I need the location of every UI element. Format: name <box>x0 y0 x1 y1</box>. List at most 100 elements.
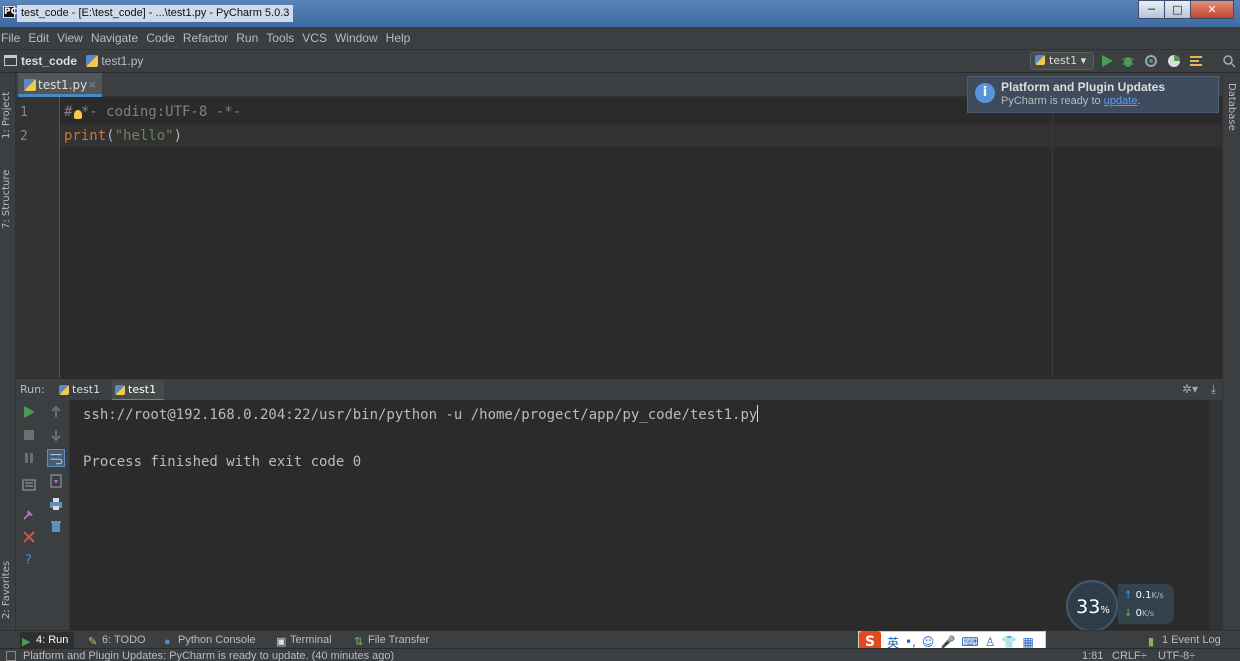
ime-skin-icon[interactable]: 👕 <box>1001 635 1016 649</box>
status-message[interactable]: Platform and Plugin Updates: PyCharm is … <box>23 650 394 661</box>
ime-user-icon[interactable]: ♙ <box>985 635 996 649</box>
stop-icon[interactable] <box>22 428 36 442</box>
profile-icon[interactable] <box>1167 54 1181 68</box>
todo-tool-button[interactable]: ✎ 6: TODO <box>86 632 146 649</box>
file-transfer-tool-button[interactable]: ⇅ File Transfer <box>352 632 429 649</box>
run-tool-button[interactable]: ▶ 4: Run <box>20 632 74 649</box>
notification-text-end: . <box>1137 95 1141 107</box>
ime-toolbox-icon[interactable]: ▦ <box>1022 635 1033 649</box>
dump-threads-icon[interactable] <box>22 478 36 492</box>
ime-emoji-icon[interactable]: ☺ <box>922 635 935 649</box>
breadcrumb-file[interactable]: test1.py <box>86 54 143 68</box>
network-speed-widget: ↑ 0.1K/s ↓ 0K/s 33% <box>1066 580 1176 632</box>
download-arrow-icon: ↓ <box>1124 608 1133 619</box>
right-margin-guide <box>1052 97 1053 378</box>
console-scrollbar[interactable] <box>1209 400 1222 630</box>
up-arrow-icon[interactable] <box>49 405 63 419</box>
intention-bulb-icon[interactable] <box>74 110 82 119</box>
code-line-1: #-*- coding:UTF-8 -*- <box>64 104 242 120</box>
code-editor[interactable]: 1 2 #-*- coding:UTF-8 -*- print("hello") <box>16 97 1222 378</box>
ime-punctuation-icon[interactable]: •, <box>905 635 916 649</box>
soft-wrap-icon[interactable] <box>47 449 65 467</box>
maximize-button[interactable]: □ <box>1164 0 1191 19</box>
pause-icon[interactable] <box>22 451 36 465</box>
clear-all-icon[interactable] <box>49 519 63 533</box>
settings-gear-icon[interactable]: ✲▾ <box>1182 382 1198 396</box>
notification-balloon[interactable]: i Platform and Plugin Updates PyCharm is… <box>967 76 1219 113</box>
run-tab-test1-active[interactable]: test1 <box>112 380 165 401</box>
favorites-tool-button[interactable]: 2: Favorites <box>1 543 12 619</box>
folder-icon <box>4 55 17 66</box>
python-console-tool-button[interactable]: ● Python Console <box>162 632 256 649</box>
run-panel-label: Run: <box>20 383 45 396</box>
window-controls: ─ □ ✕ <box>1138 0 1234 19</box>
help-icon[interactable]: ? <box>22 552 36 566</box>
debug-icon[interactable] <box>1121 54 1135 68</box>
structure-tool-button[interactable]: 7: Structure <box>1 159 12 229</box>
menu-refactor[interactable]: Refactor <box>183 31 228 45</box>
update-link[interactable]: update <box>1104 95 1138 107</box>
down-arrow-icon[interactable] <box>49 428 63 442</box>
run-icon[interactable] <box>1100 54 1114 68</box>
upload-unit: K/s <box>1151 591 1164 600</box>
run-panel-header: Run: test1 test1 ✲▾ ⤓ <box>16 378 1222 401</box>
ime-keyboard-icon[interactable]: ⌨ <box>961 635 978 649</box>
menu-file[interactable]: File <box>1 31 20 45</box>
menu-code[interactable]: Code <box>146 31 175 45</box>
event-log-button[interactable]: ▮ 1 Event Log <box>1146 632 1221 649</box>
line-separator[interactable]: CRLF÷ <box>1112 650 1147 661</box>
upload-rate: ↑ 0.1K/s <box>1124 590 1164 601</box>
memory-usage-percent: 33% <box>1068 596 1118 618</box>
menu-vcs[interactable]: VCS <box>302 31 327 45</box>
line-number: 2 <box>20 129 28 144</box>
menu-edit[interactable]: Edit <box>28 31 49 45</box>
editor-tab-test1[interactable]: test1.py × <box>18 73 102 97</box>
menu-run[interactable]: Run <box>236 31 258 45</box>
run-tab-test1[interactable]: test1 <box>56 380 108 401</box>
close-run-icon[interactable] <box>22 530 36 544</box>
run-console-output[interactable]: ssh://root@192.168.0.204:22/usr/bin/pyth… <box>70 400 1209 630</box>
menu-bar: File Edit View Navigate Code Refactor Ru… <box>0 27 1240 49</box>
minimize-button[interactable]: ─ <box>1138 0 1165 19</box>
menu-tools[interactable]: Tools <box>266 31 294 45</box>
notification-message: PyCharm is ready to update. <box>1001 95 1140 107</box>
close-button[interactable]: ✕ <box>1190 0 1234 19</box>
close-tab-icon[interactable]: × <box>88 73 97 97</box>
terminal-tool-button[interactable]: ▣ Terminal <box>274 632 332 649</box>
project-tool-button[interactable]: 1: Project <box>1 79 12 139</box>
code-keyword: print <box>64 128 107 144</box>
menu-view[interactable]: View <box>57 31 83 45</box>
info-icon: i <box>975 83 995 103</box>
upload-arrow-icon: ↑ <box>1124 590 1133 601</box>
navigation-bar: test_code test1.py test1 ▾ <box>0 49 1240 73</box>
search-everywhere-icon[interactable] <box>1222 54 1236 68</box>
text-cursor <box>757 405 759 422</box>
window-title: test_code - [E:\test_code] - ...\test1.p… <box>17 5 294 22</box>
current-line-highlight <box>60 124 1222 147</box>
file-encoding[interactable]: UTF-8÷ <box>1158 650 1195 661</box>
rerun-icon[interactable] <box>22 405 36 419</box>
menu-navigate[interactable]: Navigate <box>91 31 138 45</box>
breadcrumb-project[interactable]: test_code <box>21 54 77 68</box>
code-paren: ) <box>173 128 183 144</box>
ime-voice-icon[interactable]: 🎤 <box>940 635 955 649</box>
menu-window[interactable]: Window <box>335 31 378 45</box>
status-bar: Platform and Plugin Updates: PyCharm is … <box>0 648 1240 661</box>
upload-value: 0.1 <box>1135 590 1152 601</box>
coverage-icon[interactable] <box>1144 54 1158 68</box>
code-paren: ( <box>106 128 115 144</box>
console-command-text: ssh://root@192.168.0.204:22/usr/bin/pyth… <box>83 407 758 423</box>
code-string: "hello" <box>114 128 174 144</box>
pin-icon[interactable] <box>22 507 36 521</box>
database-tool-button[interactable]: Database <box>1226 83 1237 143</box>
tool-windows-toggle-icon[interactable] <box>6 651 16 661</box>
run-configuration-select[interactable]: test1 ▾ <box>1030 52 1094 70</box>
caret-position[interactable]: 1:81 <box>1082 650 1103 661</box>
notification-title: Platform and Plugin Updates <box>1001 80 1166 94</box>
file-transfer-label: File Transfer <box>368 634 430 646</box>
print-icon[interactable] <box>49 497 63 511</box>
menu-help[interactable]: Help <box>386 31 411 45</box>
hide-panel-icon[interactable]: ⤓ <box>1211 382 1216 397</box>
scroll-to-end-icon[interactable] <box>49 474 63 488</box>
tasks-icon[interactable] <box>1189 54 1203 68</box>
